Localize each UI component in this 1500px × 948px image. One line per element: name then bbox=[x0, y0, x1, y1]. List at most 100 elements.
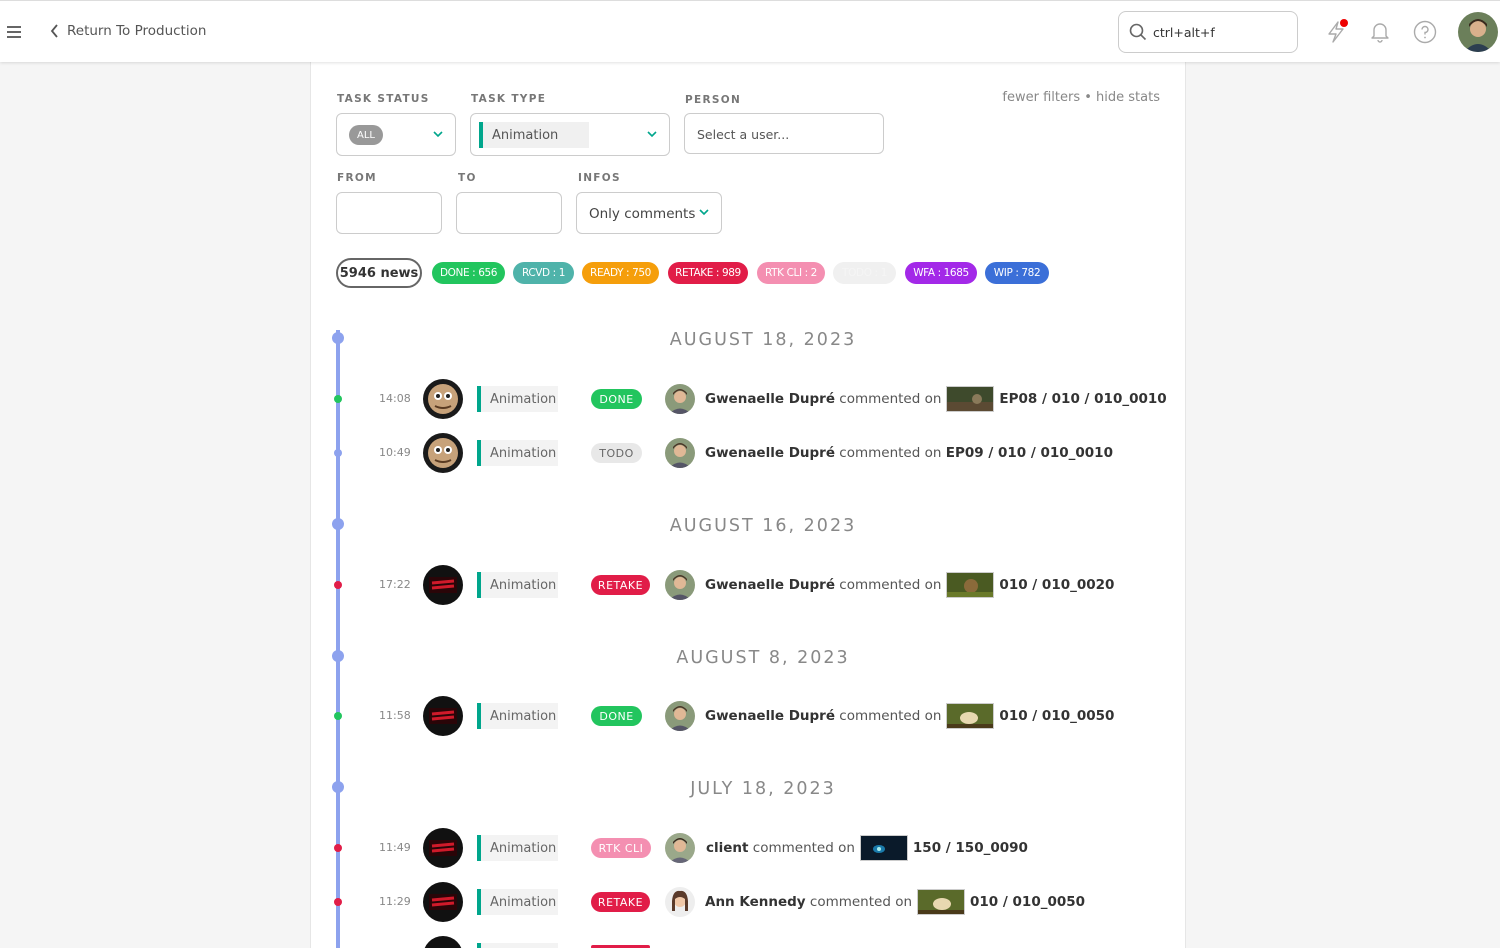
production-thumbnail[interactable] bbox=[423, 936, 463, 948]
news-text: client commented on 150 / 150_0090 bbox=[706, 833, 1028, 863]
infos-value: Only comments bbox=[589, 206, 696, 222]
status-badge: RETAKE bbox=[591, 892, 650, 912]
person-label: PERSON bbox=[685, 94, 742, 106]
row-time: 11:29 bbox=[379, 895, 411, 908]
row-time: 11:49 bbox=[379, 841, 411, 854]
chevron-down-icon bbox=[433, 130, 443, 137]
search-box[interactable] bbox=[1118, 11, 1298, 53]
news-author[interactable]: client bbox=[706, 840, 748, 856]
chevron-left-icon bbox=[50, 24, 58, 38]
from-date-input[interactable] bbox=[336, 192, 442, 234]
row-task-type[interactable]: Animation bbox=[477, 440, 558, 466]
production-thumbnail[interactable] bbox=[423, 433, 463, 473]
timeline-row-dot bbox=[334, 581, 342, 589]
news-entity-link[interactable]: 010 / 010_0020 bbox=[999, 577, 1114, 593]
infos-label: INFOS bbox=[578, 172, 621, 184]
news-panel: TASK STATUS ALL TASK TYPE Animation PERS… bbox=[310, 62, 1186, 948]
news-text: Gwenaelle Dupré commented on 010 / 010_0… bbox=[705, 570, 1114, 600]
preview-thumbnail[interactable] bbox=[859, 835, 908, 861]
help-icon bbox=[1413, 20, 1437, 44]
bell-icon bbox=[1371, 23, 1389, 43]
user-avatar[interactable] bbox=[1458, 12, 1498, 52]
news-author[interactable]: Gwenaelle Dupré bbox=[705, 708, 835, 724]
news-entity-link[interactable]: 010 / 010_0050 bbox=[999, 708, 1114, 724]
stat-pill-todo[interactable]: TODO : 1 bbox=[833, 262, 896, 284]
row-task-type[interactable]: Animation bbox=[477, 889, 558, 915]
row-task-type[interactable]: Animation bbox=[477, 386, 558, 412]
avatar bbox=[665, 384, 695, 414]
return-to-production-link[interactable]: Return To Production bbox=[50, 23, 206, 39]
production-thumbnail[interactable] bbox=[423, 696, 463, 736]
production-thumbnail[interactable] bbox=[423, 379, 463, 419]
news-entity-link[interactable]: EP09 / 010 / 010_0010 bbox=[946, 445, 1113, 461]
timeline-row-dot bbox=[334, 844, 342, 852]
preview-thumbnail[interactable] bbox=[946, 572, 995, 598]
stat-pill-wfa[interactable]: WFA : 1685 bbox=[905, 262, 977, 284]
stat-pill-rcvd[interactable]: RCVD : 1 bbox=[513, 262, 574, 284]
avatar bbox=[665, 833, 695, 863]
news-verb: commented on bbox=[839, 445, 942, 461]
row-task-type[interactable]: Animation bbox=[477, 572, 558, 598]
row-time: 17:22 bbox=[379, 578, 411, 591]
row-task-type[interactable]: Animation bbox=[477, 835, 558, 861]
status-badge: DONE bbox=[591, 706, 642, 726]
day-title: AUGUST 16, 2023 bbox=[669, 516, 857, 536]
task-type-select[interactable]: Animation bbox=[470, 113, 670, 156]
avatar bbox=[665, 570, 695, 600]
search-input[interactable] bbox=[1153, 24, 1283, 40]
to-date-input[interactable] bbox=[456, 192, 562, 234]
task-status-label: TASK STATUS bbox=[337, 93, 430, 105]
chevron-down-icon bbox=[647, 130, 657, 137]
help-button[interactable] bbox=[1412, 19, 1438, 45]
production-thumbnail[interactable] bbox=[423, 565, 463, 605]
hide-stats-link[interactable]: hide stats bbox=[1096, 90, 1160, 105]
status-badge: DONE bbox=[591, 389, 642, 409]
task-type-label: TASK TYPE bbox=[471, 93, 547, 105]
news-author[interactable]: Gwenaelle Dupré bbox=[705, 391, 835, 407]
status-badge: RETAKE bbox=[591, 575, 650, 595]
stat-pill-rtk-cli[interactable]: RTK CLI : 2 bbox=[757, 262, 825, 284]
news-count: 5946 news bbox=[336, 258, 422, 288]
news-verb: commented on bbox=[839, 391, 942, 407]
timeline-row-dot bbox=[334, 395, 342, 403]
day-title: AUGUST 18, 2023 bbox=[669, 330, 857, 350]
status-badge: RTK CLI bbox=[591, 838, 651, 858]
stat-pill-ready[interactable]: READY : 750 bbox=[582, 262, 659, 284]
timeline-row-dot bbox=[334, 712, 342, 720]
stat-pill-done[interactable]: DONE : 656 bbox=[432, 262, 505, 284]
person-select[interactable]: Select a user... bbox=[684, 113, 884, 154]
notifications-lightning-button[interactable] bbox=[1323, 19, 1349, 45]
avatar bbox=[665, 887, 695, 917]
infos-select[interactable]: Only comments bbox=[576, 192, 722, 234]
avatar bbox=[665, 438, 695, 468]
top-bar: Return To Production bbox=[0, 0, 1500, 62]
return-to-production-label: Return To Production bbox=[67, 23, 207, 39]
search-icon bbox=[1129, 23, 1147, 41]
bell-button[interactable] bbox=[1367, 19, 1393, 45]
hamburger-icon[interactable] bbox=[7, 26, 21, 38]
news-author[interactable]: Gwenaelle Dupré bbox=[705, 445, 835, 461]
preview-thumbnail[interactable] bbox=[917, 889, 966, 915]
task-status-select[interactable]: ALL bbox=[336, 113, 456, 156]
news-author[interactable]: Gwenaelle Dupré bbox=[705, 577, 835, 593]
from-label: FROM bbox=[337, 172, 377, 184]
stat-pill-retake[interactable]: RETAKE : 989 bbox=[668, 262, 748, 284]
task-type-value: Animation bbox=[479, 122, 589, 148]
preview-thumbnail[interactable] bbox=[946, 386, 995, 412]
news-verb: commented on bbox=[839, 708, 942, 724]
news-author[interactable]: Ann Kennedy bbox=[705, 894, 806, 910]
row-task-type-partial[interactable] bbox=[477, 943, 558, 948]
person-placeholder: Select a user... bbox=[697, 127, 790, 142]
news-entity-link[interactable]: 010 / 010_0050 bbox=[970, 894, 1085, 910]
production-thumbnail[interactable] bbox=[423, 828, 463, 868]
preview-thumbnail[interactable] bbox=[946, 703, 995, 729]
news-entity-link[interactable]: EP08 / 010 / 010_0010 bbox=[999, 391, 1166, 407]
news-text: Gwenaelle Dupré commented on EP09 / 010 … bbox=[705, 438, 1113, 468]
notification-badge bbox=[1340, 19, 1348, 27]
row-task-type[interactable]: Animation bbox=[477, 703, 558, 729]
news-entity-link[interactable]: 150 / 150_0090 bbox=[913, 840, 1028, 856]
stat-pill-wip[interactable]: WIP : 782 bbox=[985, 262, 1049, 284]
day-title: AUGUST 8, 2023 bbox=[676, 648, 850, 668]
fewer-filters-link[interactable]: fewer filters bbox=[1002, 90, 1080, 105]
production-thumbnail[interactable] bbox=[423, 882, 463, 922]
